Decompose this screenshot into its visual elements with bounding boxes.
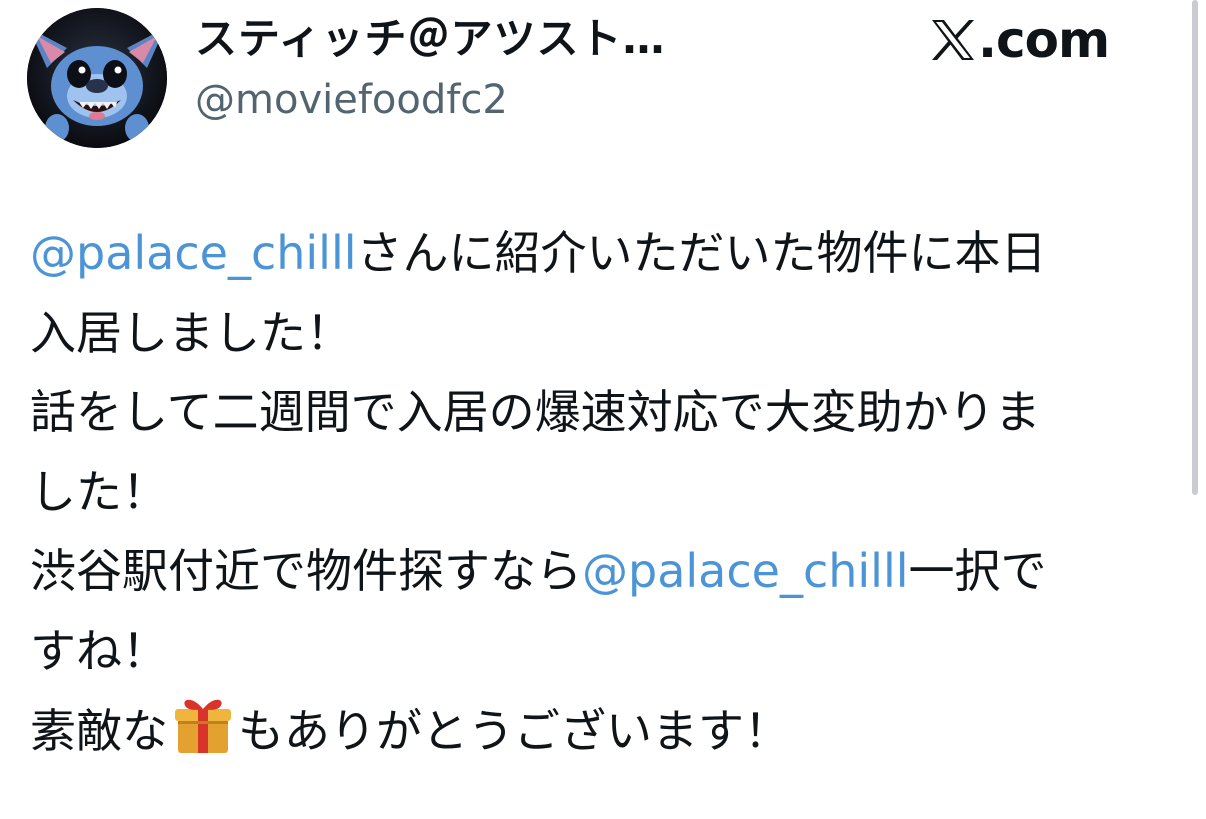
mention-link[interactable]: @palace_chilll	[30, 226, 357, 280]
post-text: 渋谷駅付近で物件探すなら	[30, 544, 582, 598]
brand-domain-text: .com	[978, 11, 1110, 69]
post-text: 素敵な	[30, 704, 168, 758]
post-line: した！	[30, 464, 168, 519]
gift-icon	[175, 699, 231, 753]
post-line: 入居しました！	[30, 305, 352, 360]
post-text: 一択で	[908, 544, 1047, 598]
tweet-screenshot: スティッチ＠アツスト… @moviefoodfc2 .com @palace_c…	[0, 0, 1206, 819]
stitch-avatar-icon[interactable]	[27, 8, 167, 148]
brand-watermark: .com	[930, 10, 1110, 70]
post-text: さんに紹介いただいた物件に本日	[356, 226, 1047, 280]
post-line: @palace_chilllさんに紹介いただいた物件に本日	[30, 214, 1180, 294]
post-text: もありがとうございます！	[238, 704, 790, 758]
post-line: 話をして二週間で入居の爆速対応で大変助かりま	[30, 385, 1041, 439]
post-body: @palace_chilllさんに紹介いただいた物件に本日 入居しました！ 話を…	[30, 214, 1180, 772]
display-name[interactable]: スティッチ＠アツスト…	[195, 12, 665, 66]
scrollbar[interactable]	[1192, 0, 1198, 495]
mention-link[interactable]: @palace_chilll	[582, 544, 909, 598]
post-line: 渋谷駅付近で物件探すなら@palace_chilll一択で	[30, 532, 1180, 612]
x-logo-icon	[932, 20, 974, 60]
post-line: 素敵な もありがとうございます！	[30, 691, 1180, 772]
post-line: すね！	[30, 623, 168, 678]
user-handle[interactable]: @moviefoodfc2	[195, 74, 508, 126]
